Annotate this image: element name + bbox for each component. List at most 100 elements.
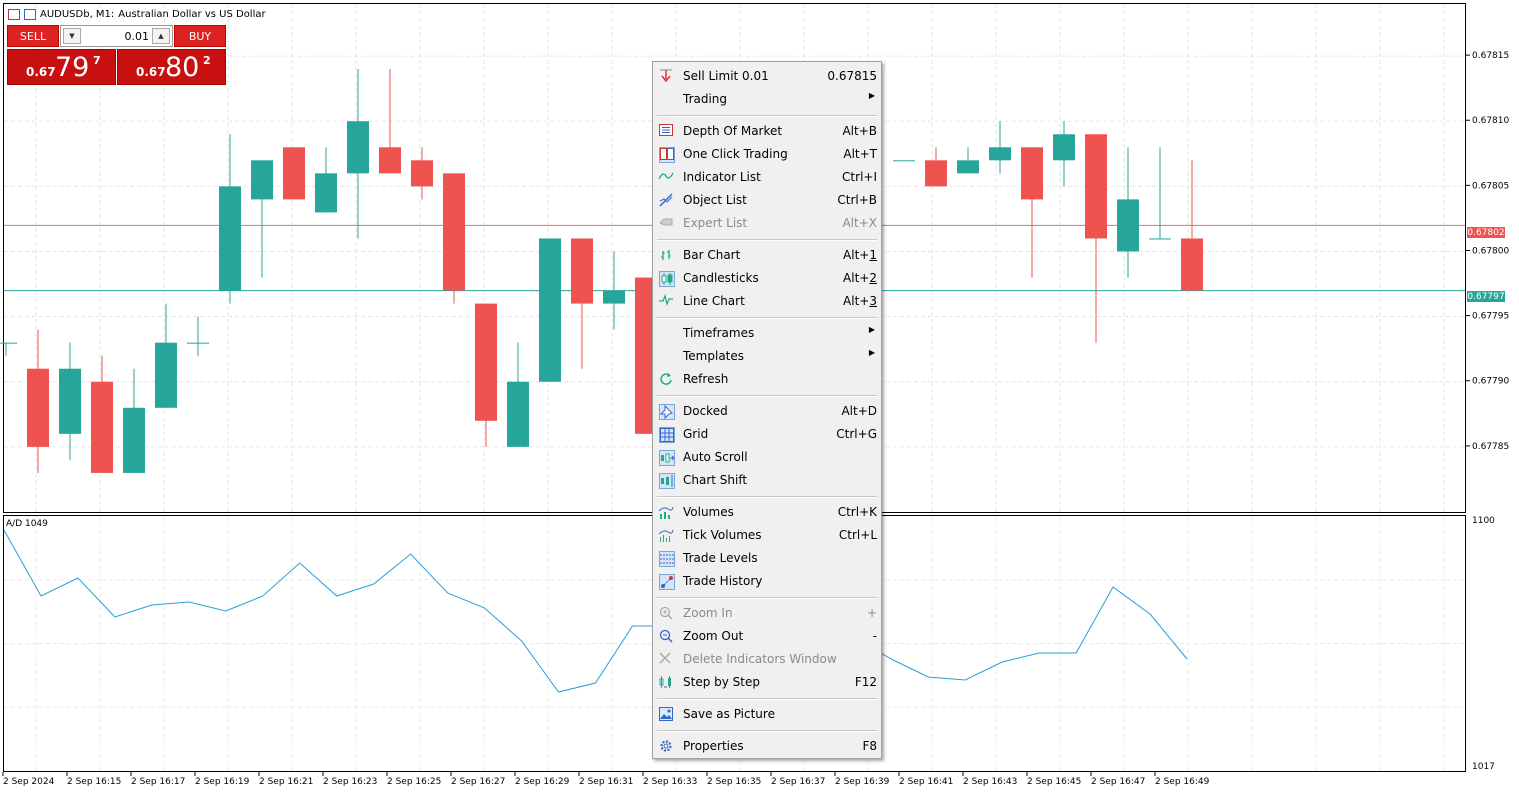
buy-price-prefix: 0.67: [136, 65, 166, 79]
candle: [315, 147, 337, 213]
menu-item-shortcut: Alt+1: [843, 248, 877, 262]
refresh-icon: [659, 372, 675, 388]
menu-item-shortcut: F8: [862, 739, 877, 753]
time-axis-label: 2 Sep 16:33: [643, 777, 697, 787]
menu-item-label: Delete Indicators Window: [683, 652, 837, 666]
menu-item-volumes[interactable]: Volumes Ctrl+K: [655, 501, 879, 524]
buy-button[interactable]: BUY: [174, 25, 226, 47]
menu-item-sell-limit-0-01[interactable]: Sell Limit 0.01 0.67815: [655, 65, 879, 88]
menu-item-zoom-out[interactable]: Zoom Out -: [655, 625, 879, 648]
menu-item-save-as-picture[interactable]: Save as Picture: [655, 703, 879, 726]
price-axis-label: 0.67790: [1472, 377, 1509, 387]
menu-item-trade-history[interactable]: Trade History: [655, 570, 879, 593]
menu-item-label: Zoom In: [683, 606, 733, 620]
menu-item-candlesticks[interactable]: Candlesticks Alt+2: [655, 267, 879, 290]
candle: [1021, 147, 1043, 278]
lot-decrease-icon[interactable]: ▼: [63, 28, 81, 44]
indicator-axis-bottom: 1017: [1472, 762, 1495, 772]
lot-size-input[interactable]: [83, 28, 149, 44]
menu-item-object-list[interactable]: Object List Ctrl+B: [655, 189, 879, 212]
menu-item-shortcut: Alt+T: [843, 147, 877, 161]
lot-increase-icon[interactable]: ▲: [152, 28, 170, 44]
menu-item-trade-levels[interactable]: Trade Levels: [655, 547, 879, 570]
indicator-axis-top: 1100: [1472, 516, 1495, 526]
chart-symbol: AUDUSDb, M1:: [40, 8, 115, 20]
lot-size-stepper[interactable]: ▼ ▲: [60, 25, 173, 47]
menu-item-line-chart[interactable]: Line Chart Alt+3: [655, 290, 879, 313]
candle-body: [475, 303, 497, 421]
candle: [475, 303, 497, 447]
candle-body: [27, 368, 49, 447]
candle: [1117, 147, 1139, 278]
sell-button[interactable]: SELL: [7, 25, 59, 47]
volumes-icon: [658, 505, 675, 521]
chart-shift-icon: [659, 473, 675, 489]
menu-item-shortcut: Alt+2: [843, 271, 877, 285]
menu-item-templates[interactable]: Templates ▶: [655, 345, 879, 368]
candle-body: [379, 147, 401, 174]
menu-item-shortcut: Ctrl+G: [836, 427, 877, 441]
menu-item-shortcut: Ctrl+B: [837, 193, 877, 207]
save-picture-icon: [659, 707, 675, 723]
candle: [91, 355, 113, 473]
candle-body: [283, 147, 305, 200]
candle-body: [0, 342, 17, 344]
time-axis-label: 2 Sep 16:49: [1155, 777, 1210, 787]
menu-item-auto-scroll[interactable]: Auto Scroll: [655, 446, 879, 469]
menu-item-depth-of-market[interactable]: Depth Of Market Alt+B: [655, 120, 879, 143]
menu-item-label: Refresh: [683, 372, 729, 386]
menu-item-label: Trade History: [683, 574, 763, 588]
menu-item-step-by-step[interactable]: Step by Step F12: [655, 671, 879, 694]
menu-item-grid[interactable]: Grid Ctrl+G: [655, 423, 879, 446]
menu-item-refresh[interactable]: Refresh: [655, 368, 879, 391]
chart-window-icon[interactable]: [8, 8, 20, 20]
menu-item-label: Docked: [683, 404, 728, 418]
menu-item-indicator-list[interactable]: Indicator List Ctrl+I: [655, 166, 879, 189]
bar-chart-icon: [659, 248, 675, 264]
zoom-in-icon: [659, 606, 675, 622]
menu-item-properties[interactable]: Properties F8: [655, 735, 879, 758]
menu-item-shortcut: Alt+D: [841, 404, 877, 418]
menu-item-label: Timeframes: [683, 326, 755, 340]
candle: [251, 160, 273, 278]
menu-item-chart-shift[interactable]: Chart Shift: [655, 469, 879, 492]
menu-item-shortcut: 0.67815: [827, 69, 877, 83]
time-axis-label: 2 Sep 16:31: [579, 777, 633, 787]
menu-separator: [657, 730, 877, 732]
delete-icon: [659, 652, 675, 668]
one-click-toggle-icon[interactable]: [24, 8, 36, 20]
menu-item-timeframes[interactable]: Timeframes ▶: [655, 322, 879, 345]
indicator-list-icon: [658, 170, 675, 186]
candle-body: [59, 368, 81, 434]
menu-item-expert-list: Expert List Alt+X: [655, 212, 879, 235]
ask-price-tag: 0.67797: [1467, 291, 1505, 302]
time-axis-label: 2 Sep 16:37: [771, 777, 825, 787]
candle: [59, 342, 81, 460]
candle-body: [219, 186, 241, 291]
menu-item-label: Indicator List: [683, 170, 761, 184]
candle: [155, 303, 177, 408]
menu-item-tick-volumes[interactable]: Tick Volumes Ctrl+L: [655, 524, 879, 547]
candle: [219, 134, 241, 304]
time-axis-label: 2 Sep 16:29: [515, 777, 570, 787]
menu-item-shortcut: -: [872, 629, 877, 643]
line-chart-icon: [659, 293, 675, 310]
menu-item-label: Object List: [683, 193, 747, 207]
menu-item-trading[interactable]: Trading ▶: [655, 88, 879, 111]
menu-item-shortcut: Alt+3: [843, 294, 877, 308]
sell-price-box[interactable]: 0.67 79 7: [7, 49, 116, 85]
candle-body: [1021, 147, 1043, 200]
menu-item-one-click-trading[interactable]: One Click Trading Alt+T: [655, 143, 879, 166]
menu-separator: [657, 597, 877, 599]
menu-item-label: Trading: [683, 92, 728, 106]
menu-item-docked[interactable]: Docked Alt+D: [655, 400, 879, 423]
buy-price-box[interactable]: 0.67 80 2: [117, 49, 226, 85]
submenu-arrow-icon: ▶: [868, 91, 875, 100]
sell-price-prefix: 0.67: [26, 65, 56, 79]
menu-separator: [657, 395, 877, 397]
menu-item-label: Candlesticks: [683, 271, 759, 285]
menu-item-bar-chart[interactable]: Bar Chart Alt+1: [655, 244, 879, 267]
candle-body: [1085, 134, 1107, 239]
candle-body: [155, 342, 177, 408]
time-axis-label: 2 Sep 16:39: [835, 777, 890, 787]
